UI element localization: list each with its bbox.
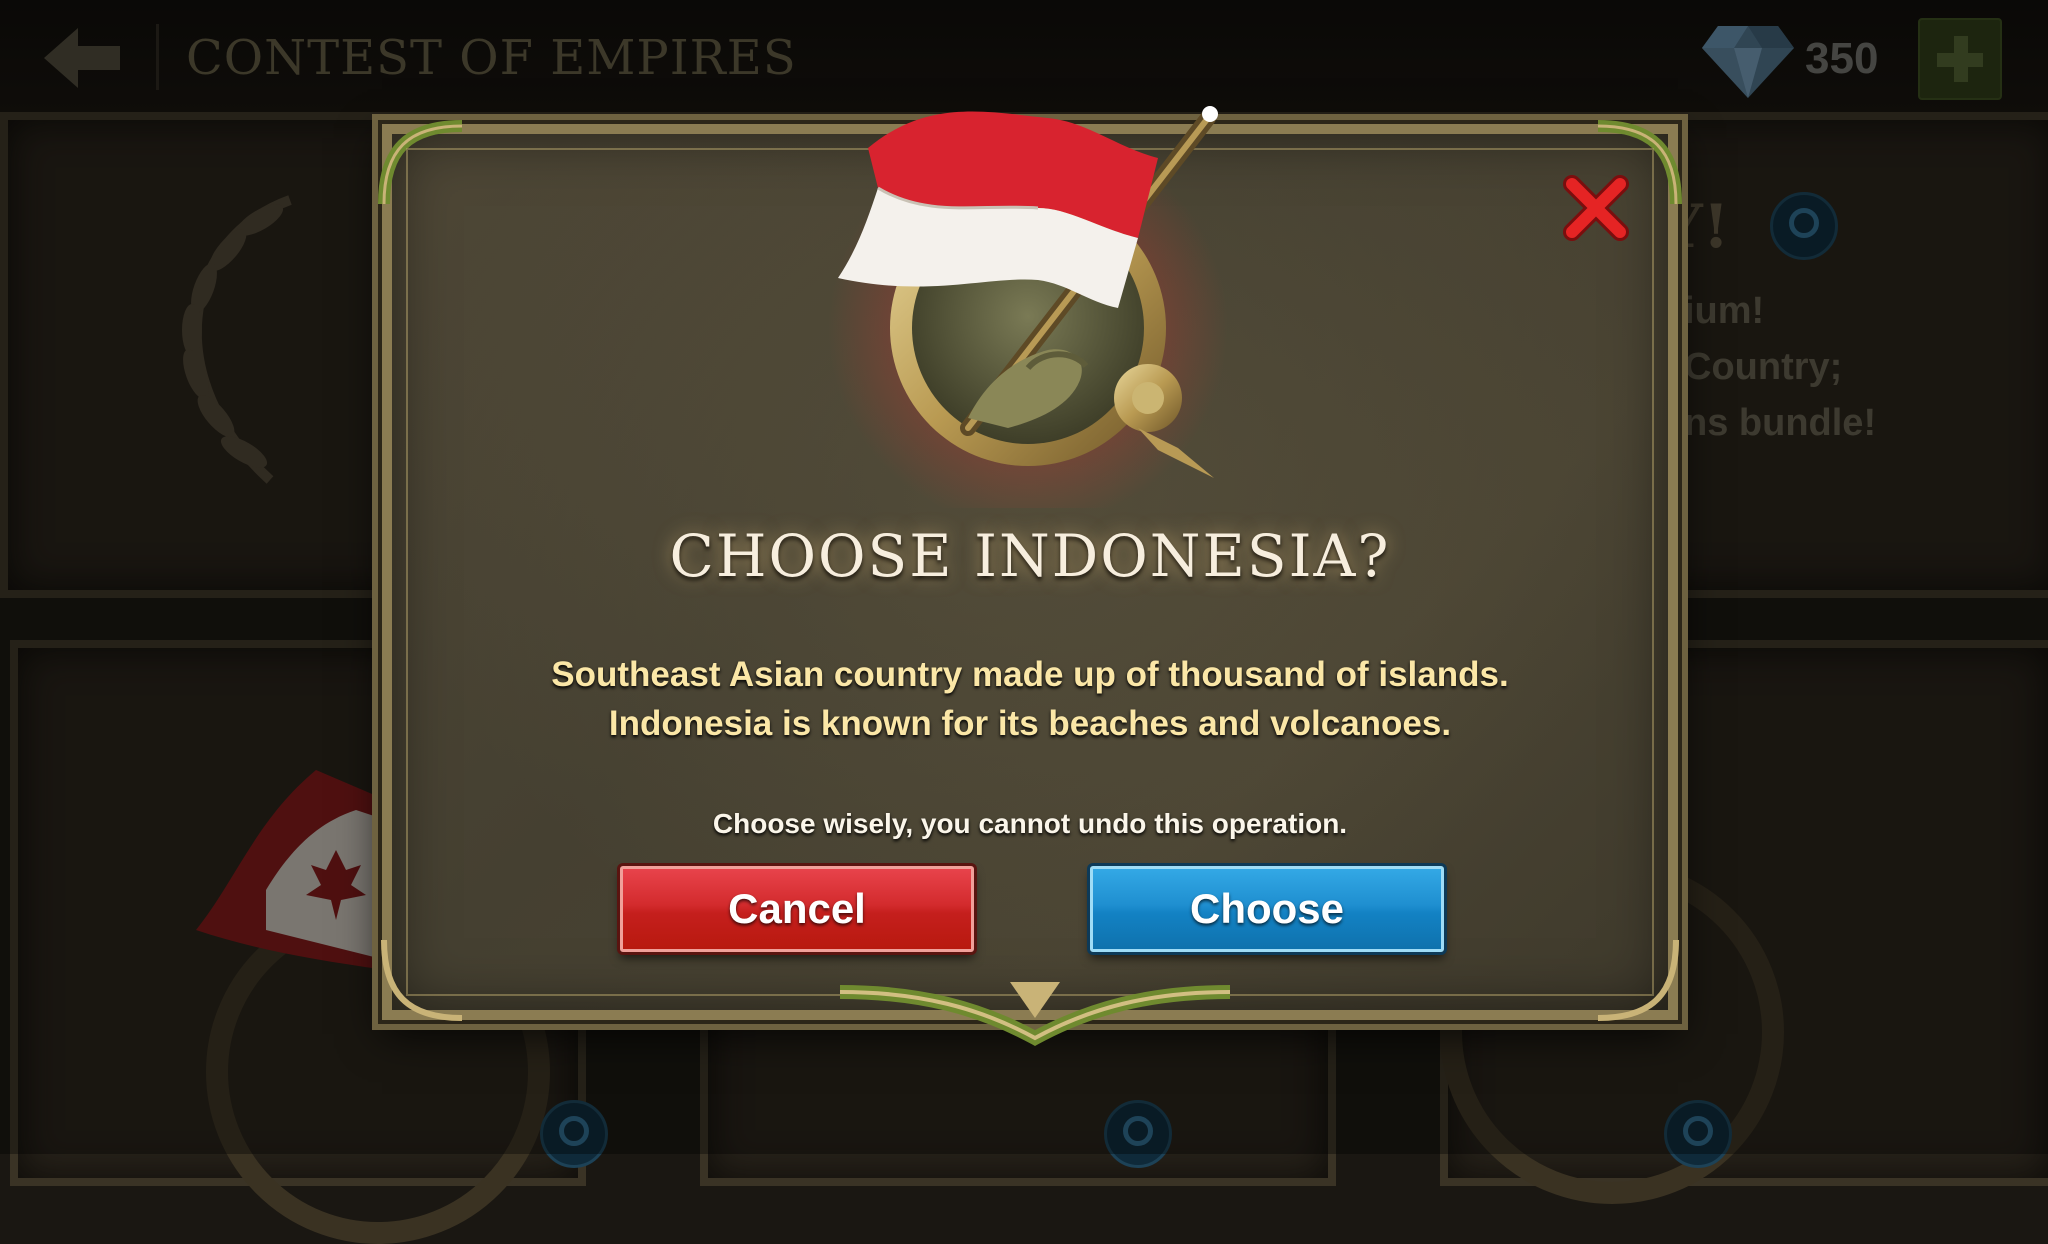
dialog-title: CHOOSE INDONESIA? bbox=[669, 522, 1391, 590]
close-icon[interactable] bbox=[1560, 172, 1632, 244]
frame-ornament-icon bbox=[840, 982, 1230, 1046]
warning-text: Choose wisely, you cannot undo this oper… bbox=[712, 808, 1348, 839]
leaf-ornament-icon bbox=[1597, 939, 1679, 1021]
indonesia-flag-emblem-icon bbox=[828, 106, 1228, 508]
country-description: Southeast Asian country made up of thous… bbox=[551, 655, 1509, 743]
cancel-button[interactable]: Cancel bbox=[620, 866, 974, 952]
choose-button[interactable]: Choose bbox=[1090, 866, 1444, 952]
leaf-ornament-icon bbox=[381, 939, 463, 1021]
leaf-ornament-icon bbox=[378, 120, 463, 205]
